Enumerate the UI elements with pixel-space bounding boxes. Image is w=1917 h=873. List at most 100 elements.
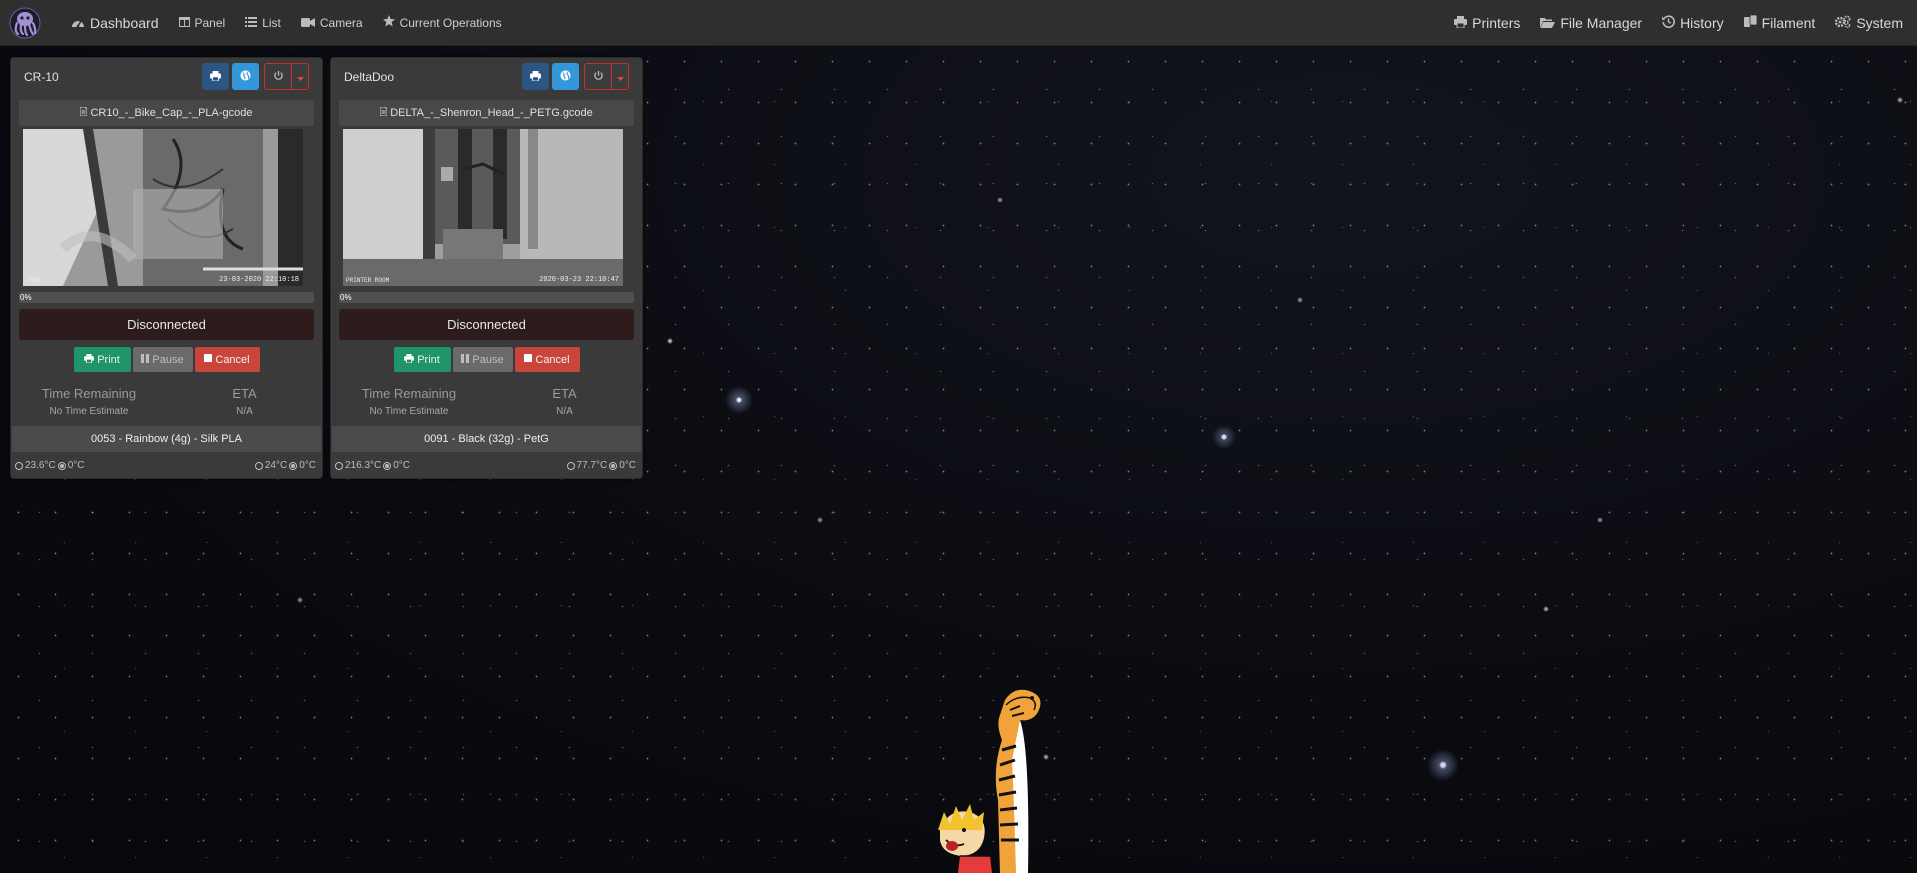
nav-dashboard-label: Dashboard	[90, 14, 159, 31]
print-actions: Print Pause Cancel	[11, 347, 322, 372]
printer-web-button[interactable]	[232, 63, 259, 90]
dashboard-icon	[71, 15, 85, 31]
pause-button-label: Pause	[472, 353, 504, 366]
printer-icon	[530, 68, 541, 86]
caret-down-icon	[616, 68, 624, 86]
nav-dashboard[interactable]: Dashboard	[61, 0, 169, 46]
bed-temp-actual: 0°C	[393, 460, 411, 471]
nav-panel[interactable]: Panel	[169, 0, 236, 46]
print-actions: Print Pause Cancel	[331, 347, 642, 372]
printer-name: DeltaDoo	[344, 70, 395, 84]
nav-camera[interactable]: Camera	[291, 0, 373, 46]
print-button[interactable]: Print	[393, 347, 451, 372]
nav-system-label: System	[1856, 14, 1903, 31]
power-dropdown-toggle[interactable]	[291, 63, 309, 90]
bed-temp-target: 0°C	[299, 460, 316, 471]
nav-file-manager[interactable]: File Manager	[1530, 0, 1652, 46]
star-icon	[382, 15, 395, 30]
pause-icon	[141, 353, 150, 366]
stop-icon	[204, 354, 213, 365]
printer-control-button[interactable]	[202, 63, 229, 90]
file-name: CR10_-_Bike_Cap_-_PLA-gcode	[90, 107, 253, 119]
filament-selection[interactable]: 0053 - Rainbow (4g) - Silk PLA	[12, 426, 321, 452]
eta-value: N/A	[236, 406, 253, 417]
cancel-button[interactable]: Cancel	[194, 347, 260, 372]
power-icon	[273, 68, 284, 86]
history-icon	[1662, 14, 1676, 31]
time-remaining-value: No Time Estimate	[369, 406, 449, 417]
nav-list[interactable]: List	[235, 0, 291, 46]
cancel-button-label: Cancel	[535, 353, 570, 366]
card-header: DeltaDoo	[331, 58, 642, 95]
power-button[interactable]	[264, 63, 291, 90]
tool-temp-icon	[15, 461, 23, 470]
camera-label: PRINTER ROOM	[346, 277, 390, 284]
card-header: CR-10	[11, 58, 322, 95]
globe-icon	[560, 68, 571, 86]
camera-label: CR10	[26, 277, 41, 284]
file-name-bar: CR10_-_Bike_Cap_-_PLA-gcode	[19, 100, 314, 126]
cogs-icon	[1835, 15, 1851, 31]
power-dropdown-toggle[interactable]	[611, 63, 629, 90]
tool-temp-icon	[254, 461, 263, 470]
printer-icon	[404, 353, 415, 366]
eta-label: ETA	[232, 386, 257, 401]
pause-button-label: Pause	[152, 353, 184, 366]
bed-temp-icon	[57, 461, 66, 470]
power-button[interactable]	[584, 63, 611, 90]
tool-temp-actual: 216.3°C	[345, 460, 382, 471]
top-navbar: Dashboard Panel List Camera Current Oper…	[0, 0, 1917, 46]
nav-system[interactable]: System	[1825, 0, 1913, 46]
file-icon	[379, 106, 388, 119]
camera-feed[interactable]: CR10 23-03-2020 22:10:18	[23, 129, 303, 286]
nav-current-operations-label: Current Operations	[399, 15, 502, 30]
tool-temp-target: 24°C	[264, 460, 288, 471]
file-name-bar: DELTA_-_Shenron_Head_-_PETG.gcode	[339, 100, 634, 126]
cancel-button[interactable]: Cancel	[514, 347, 580, 372]
panel-icon	[178, 16, 190, 30]
print-button[interactable]: Print	[73, 347, 131, 372]
nav-printers[interactable]: Printers	[1444, 0, 1530, 46]
filament-selection[interactable]: 0091 - Black (32g) - PetG	[332, 426, 641, 452]
file-name: DELTA_-_Shenron_Head_-_PETG.gcode	[390, 107, 593, 119]
nav-camera-label: Camera	[319, 15, 363, 30]
power-icon	[593, 68, 604, 86]
print-button-label: Print	[417, 353, 440, 366]
time-remaining-label: Time Remaining	[41, 386, 137, 401]
progress-text: 0%	[340, 293, 352, 302]
bed-temp-icon	[289, 461, 298, 470]
temperature-row: 216.3°C 0°C 77.7°C 0°C	[335, 460, 638, 471]
printer-icon	[210, 68, 221, 86]
print-progress-bar: 0%	[339, 292, 634, 303]
bed-temp-actual: 0°C	[67, 460, 85, 471]
printer-status: Disconnected	[19, 309, 314, 340]
stop-icon	[524, 354, 533, 365]
nav-file-manager-label: File Manager	[1560, 14, 1643, 31]
printer-icon	[1454, 15, 1468, 31]
pause-button[interactable]: Pause	[132, 347, 193, 372]
printer-control-button[interactable]	[522, 63, 549, 90]
camera-feed[interactable]: PRINTER ROOM 2020-03-23 22:10:47	[343, 129, 623, 286]
nav-filament[interactable]: Filament	[1734, 0, 1826, 46]
octofarm-logo[interactable]	[9, 7, 41, 39]
nav-current-operations[interactable]: Current Operations	[373, 0, 512, 46]
temperature-row: 23.6°C 0°C 24°C 0°C	[15, 460, 318, 471]
nav-list-label: List	[262, 15, 281, 30]
stargazing-characters-illustration	[938, 689, 1041, 873]
nav-history[interactable]: History	[1652, 0, 1734, 46]
nav-history-label: History	[1680, 14, 1724, 31]
progress-text: 0%	[20, 293, 32, 302]
nav-printers-label: Printers	[1472, 14, 1521, 31]
pause-button[interactable]: Pause	[452, 347, 513, 372]
printer-web-button[interactable]	[552, 63, 579, 90]
printer-name: CR-10	[24, 70, 59, 84]
camera-icon	[300, 16, 315, 30]
bed-temp-icon	[609, 461, 618, 470]
folder-open-icon	[1540, 15, 1556, 31]
tool-temp-actual: 23.6°C	[25, 460, 56, 471]
printer-card-deltadoo: DeltaDoo DELTA_-_Shenron_Head_-_PETG.gco…	[330, 57, 643, 479]
print-button-label: Print	[97, 353, 120, 366]
nav-panel-label: Panel	[194, 15, 226, 30]
eta-label: ETA	[552, 386, 577, 401]
printer-card-cr10: CR-10 CR10_-_Bike_Cap_-_PLA-gcode CR10 2…	[10, 57, 323, 479]
